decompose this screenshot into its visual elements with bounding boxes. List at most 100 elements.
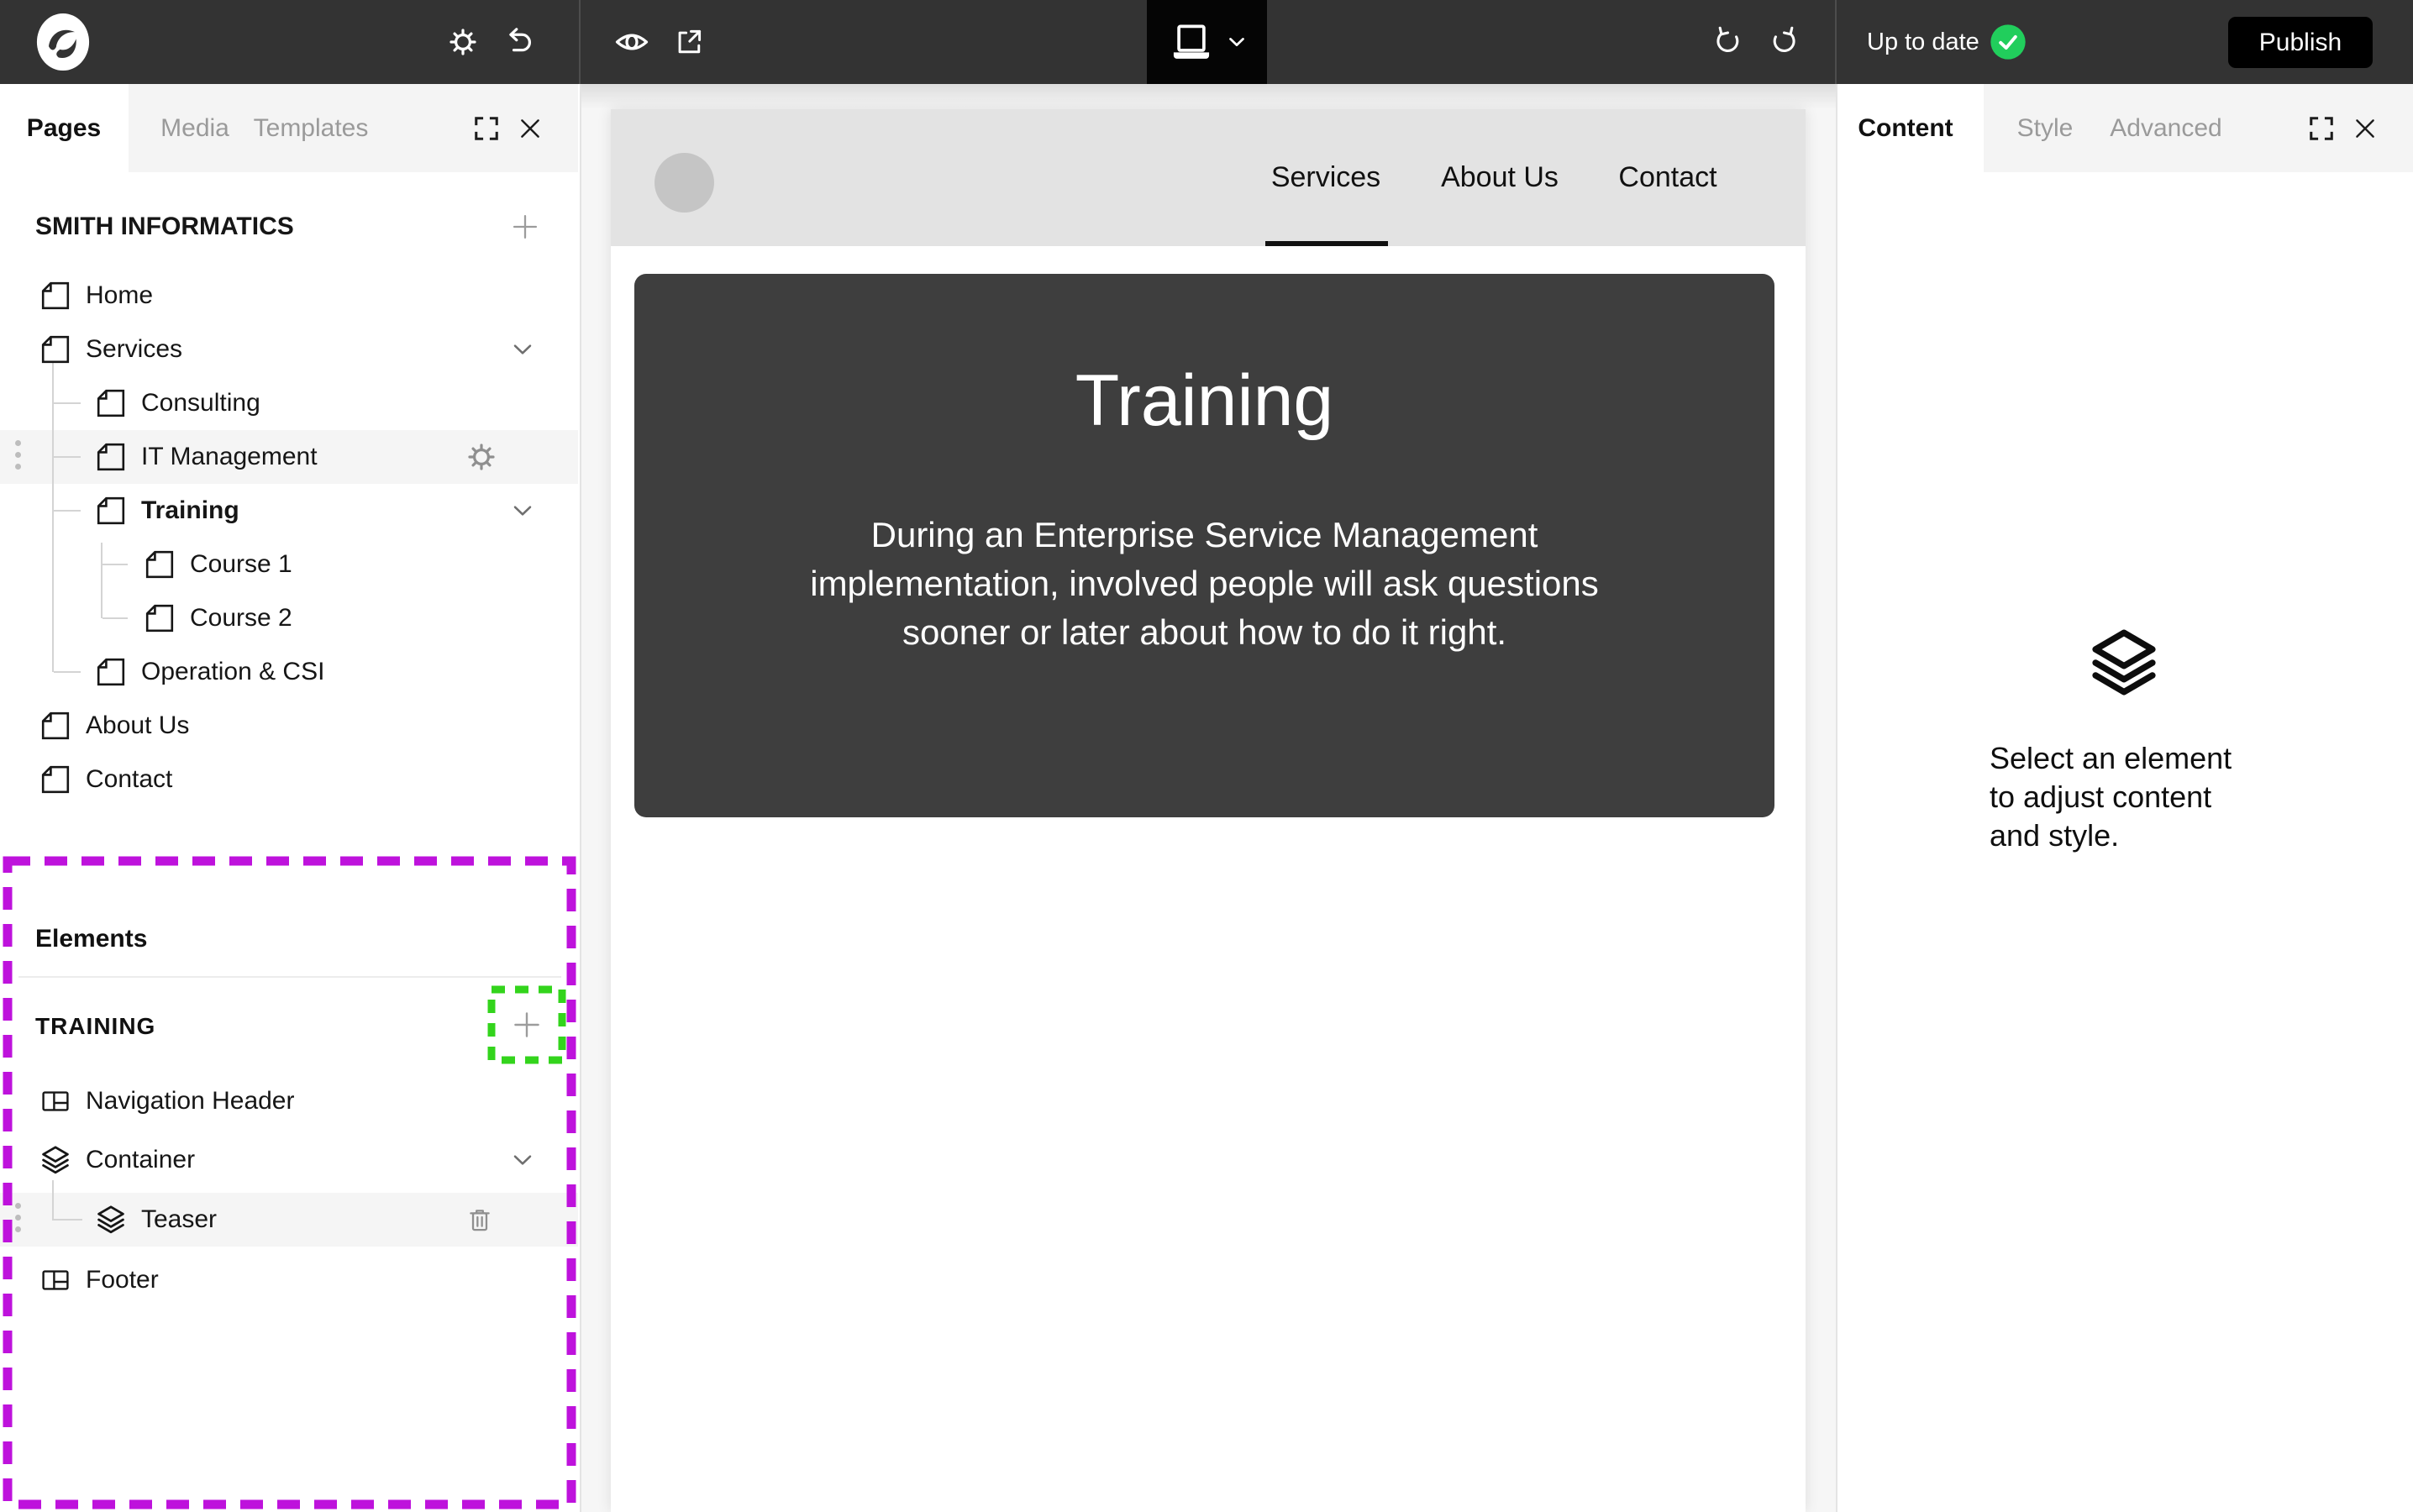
add-element-button[interactable] (510, 1008, 544, 1042)
site-name-heading: SMITH INFORMATICS (35, 202, 294, 252)
element-label: Navigation Header (86, 1087, 294, 1116)
canvas-top-shadow (581, 84, 1836, 109)
eye-icon (612, 23, 651, 61)
expand-panel-button[interactable] (472, 114, 501, 143)
drag-handle[interactable] (15, 1203, 22, 1232)
empty-state-illustration (2084, 623, 2163, 702)
site-builder-window: Up to date Publish Pages Media Templates… (0, 0, 2413, 1512)
page-row-contact[interactable]: Contact (0, 753, 617, 806)
tab-content[interactable]: Content (1858, 84, 1953, 172)
preview-button[interactable] (612, 23, 651, 61)
page-icon (143, 548, 176, 581)
chevron-down-icon (507, 496, 538, 526)
publish-button[interactable]: Publish (2228, 17, 2373, 68)
undo-icon (1709, 24, 1746, 60)
pages-panel: Pages Media Templates SMITH INFORMATICS (0, 84, 581, 1512)
page-label: IT Management (141, 443, 318, 471)
delete-element-button[interactable] (464, 1204, 496, 1236)
tab-templates[interactable]: Templates (254, 84, 369, 172)
page-row-services[interactable]: Services (0, 323, 617, 376)
tab-advanced[interactable]: Advanced (2110, 84, 2221, 172)
chevron-down-icon (507, 1145, 538, 1175)
expand-inspector-button[interactable] (2307, 114, 2336, 143)
close-inspector-button[interactable] (2353, 116, 2378, 141)
teaser-body: During an Enterprise Service Management … (793, 511, 1617, 657)
publish-status-label: Up to date (1867, 0, 1979, 84)
page-icon (94, 494, 128, 528)
page-row-it-management[interactable]: IT Management (0, 430, 672, 484)
elements-heading: Elements (35, 916, 147, 963)
page-label: Operation & CSI (141, 658, 324, 686)
page-label: Course 2 (190, 604, 292, 633)
element-row-navigation-header[interactable]: Navigation Header (0, 1074, 617, 1128)
element-label: Container (86, 1146, 195, 1174)
tab-style[interactable]: Style (2017, 84, 2074, 172)
teaser-block[interactable]: Training During an Enterprise Service Ma… (634, 274, 1774, 817)
redo-button[interactable] (1766, 24, 1803, 60)
tab-pages[interactable]: Pages (27, 84, 101, 172)
page-icon (39, 763, 72, 796)
page-row-consulting[interactable]: Consulting (0, 376, 672, 430)
site-nav-contact[interactable]: Contact (1618, 109, 1716, 246)
tab-media[interactable]: Media (160, 84, 229, 172)
collapse-chevron[interactable] (507, 334, 538, 365)
status-check-badge (1990, 24, 2027, 60)
element-label: Footer (86, 1266, 159, 1294)
page-icon (94, 655, 128, 689)
element-row-teaser[interactable]: Teaser (0, 1193, 672, 1247)
element-row-footer[interactable]: Footer (0, 1253, 617, 1307)
plus-icon (509, 211, 541, 243)
page-icon (94, 386, 128, 420)
page-icon (94, 440, 128, 474)
page-label: Services (86, 335, 182, 364)
page-row-about-us[interactable]: About Us (0, 699, 617, 753)
site-header-block[interactable]: Services About Us Contact (611, 109, 1806, 246)
active-nav-underline (1265, 241, 1388, 246)
page-label: Consulting (141, 389, 260, 417)
page-icon (143, 601, 176, 635)
add-page-button[interactable] (509, 211, 541, 243)
element-row-container[interactable]: Container (0, 1133, 617, 1187)
device-preview-selector[interactable] (1147, 0, 1267, 84)
gear-icon (446, 25, 480, 59)
elements-divider (18, 976, 561, 978)
check-circle-icon (1990, 24, 2027, 60)
page-icon (39, 333, 72, 366)
app-logo[interactable] (32, 11, 94, 73)
close-icon (2353, 116, 2378, 141)
page-row-operation-csi[interactable]: Operation & CSI (0, 645, 672, 699)
layers-icon (2084, 623, 2163, 702)
drag-handle[interactable] (15, 440, 22, 470)
layers-icon (94, 1203, 128, 1236)
empty-state-message: Select an element to adjust content and … (1990, 739, 2258, 855)
site-nav-services[interactable]: Services (1271, 109, 1380, 246)
collapse-chevron[interactable] (507, 1145, 538, 1175)
chevron-down-icon (507, 334, 538, 365)
page-label: About Us (86, 711, 189, 740)
external-link-icon (671, 24, 707, 60)
page-label: Contact (86, 765, 172, 794)
page-row-home[interactable]: Home (0, 269, 617, 323)
element-label: Teaser (141, 1205, 217, 1234)
page-label: Course 1 (190, 550, 292, 579)
page-settings-button[interactable] (465, 440, 498, 474)
trash-icon (464, 1204, 496, 1236)
page-icon (39, 709, 72, 743)
layers-icon (39, 1143, 72, 1177)
site-nav-about-us[interactable]: About Us (1441, 109, 1559, 246)
laptop-icon (1165, 16, 1217, 68)
collapse-chevron[interactable] (507, 496, 538, 526)
close-panel-button[interactable] (518, 116, 543, 141)
page-row-training[interactable]: Training (0, 484, 672, 538)
topbar-divider-right (1835, 0, 1837, 84)
site-logo-placeholder[interactable] (655, 153, 714, 213)
site-preview-page[interactable]: Services About Us Contact Training Durin… (611, 109, 1806, 1512)
exit-editor-button[interactable] (500, 23, 539, 61)
fullscreen-icon (2307, 114, 2336, 143)
undo-button[interactable] (1709, 24, 1746, 60)
site-settings-button[interactable] (446, 25, 480, 59)
logo-swirl-icon (32, 11, 94, 73)
plus-icon (510, 1008, 544, 1042)
layout-icon (39, 1084, 72, 1118)
open-site-button[interactable] (671, 24, 707, 60)
